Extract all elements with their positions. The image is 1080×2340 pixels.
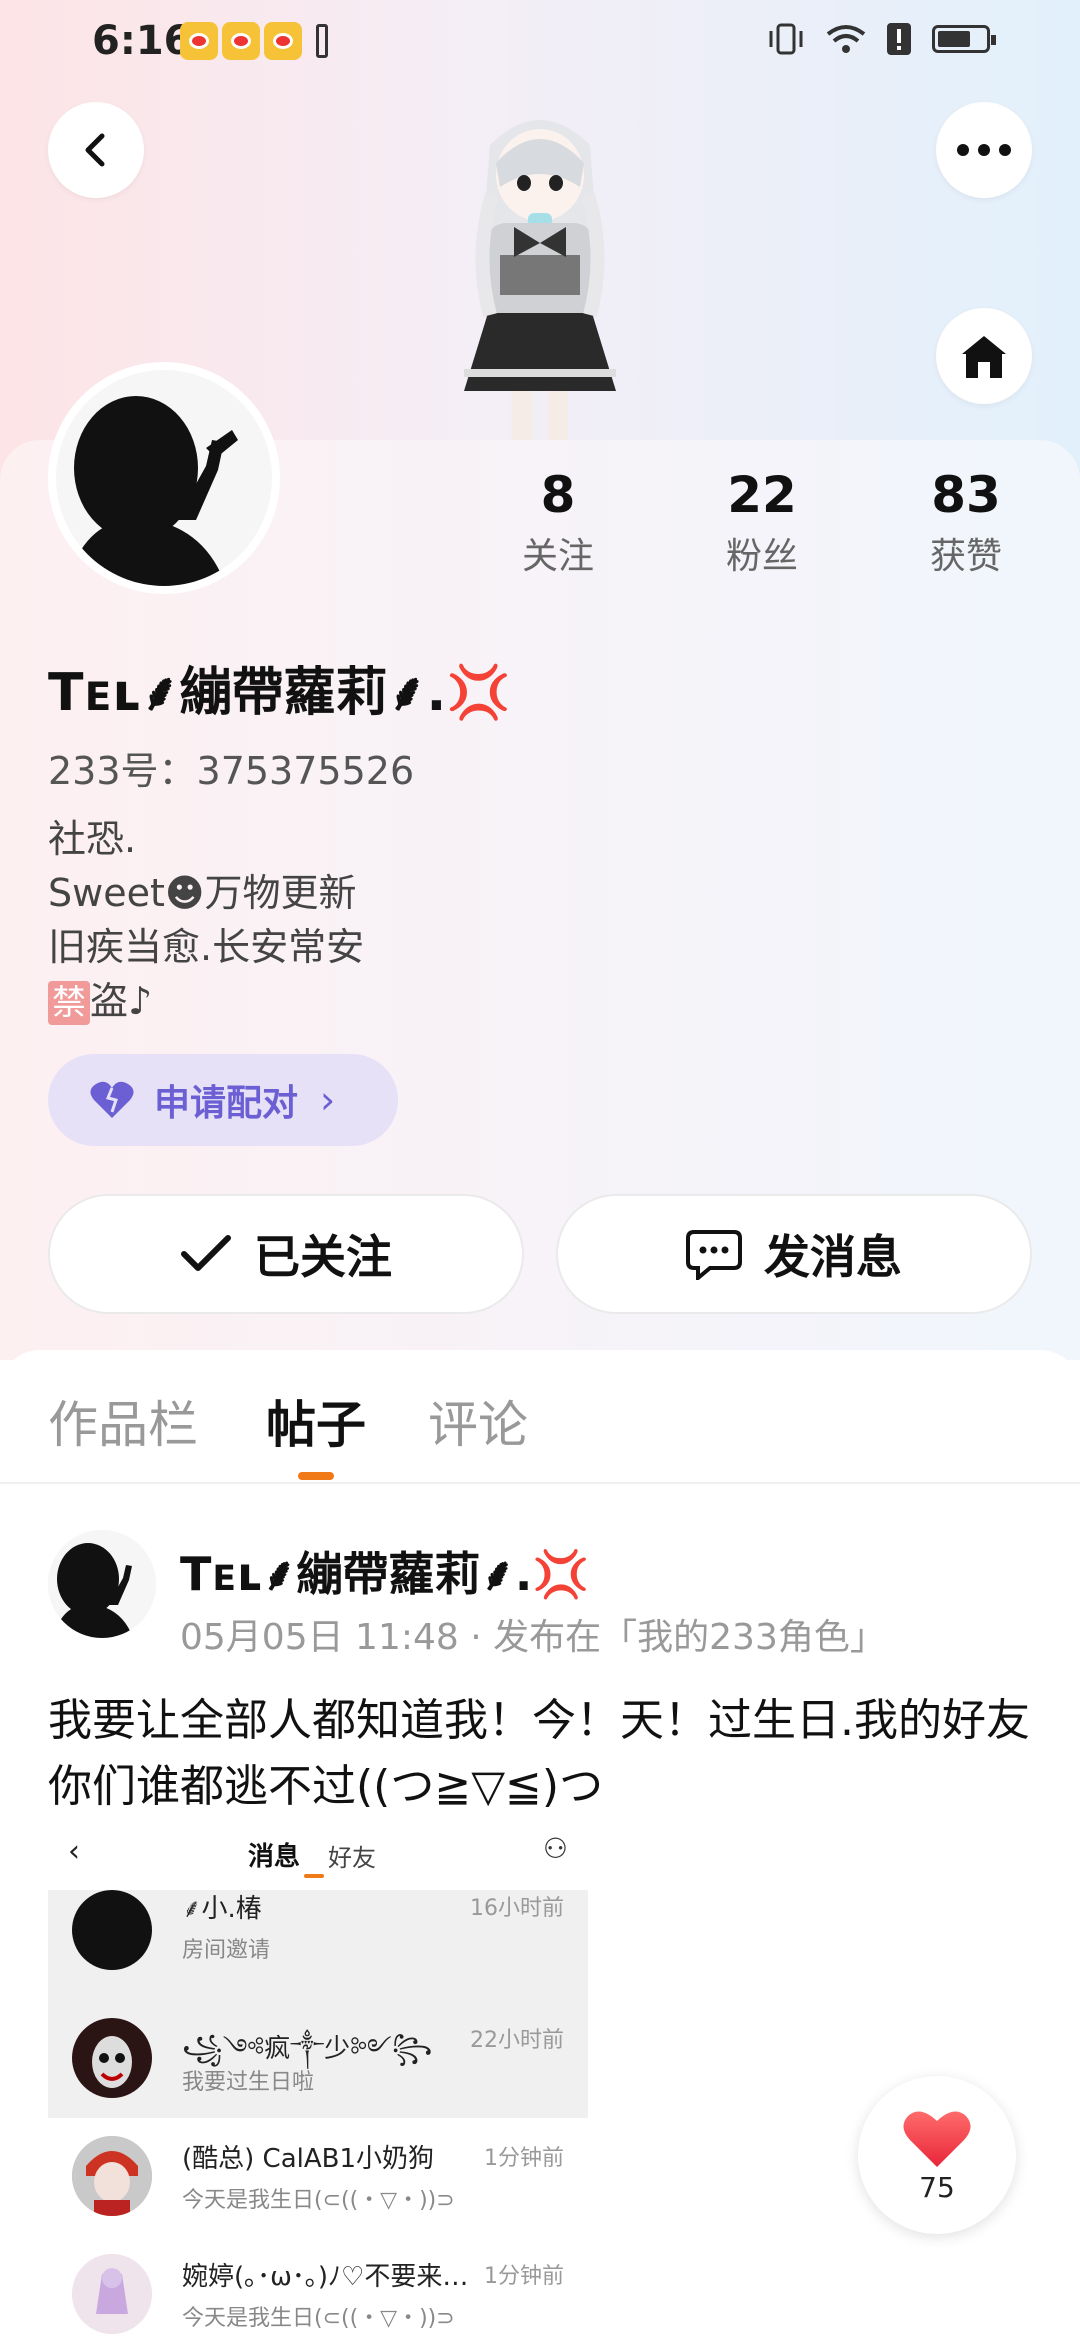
- stat-fans-label: 粉丝: [725, 536, 798, 577]
- post-author-avatar[interactable]: [48, 1530, 156, 1638]
- post-text: 我要让全部人都知道我！今！天！过生日.我的好友你们谁都逃不过((つ≧▽≦)つ: [48, 1695, 1030, 1812]
- check-icon: [181, 1235, 231, 1271]
- tab-posts[interactable]: 帖子: [266, 1385, 366, 1457]
- screenshot-back-icon: ‹: [68, 1834, 80, 1869]
- chat-time: 22小时前: [470, 2028, 564, 2053]
- stat-following-count: 8: [540, 466, 576, 524]
- apply-pair-label: 申请配对: [154, 1083, 299, 1124]
- stat-likes-count: 83: [931, 466, 1001, 524]
- chevron-right-icon: ›: [320, 1078, 336, 1122]
- stat-following-label: 关注: [521, 536, 594, 577]
- silhouette-avatar-image: [56, 370, 272, 586]
- warning-icon: [887, 23, 911, 55]
- screenshot-tab-messages: 消息: [248, 1842, 301, 1872]
- chat-time: 16小时前: [470, 1896, 564, 1921]
- chat-avatar: [72, 1890, 152, 1970]
- followed-button[interactable]: 已关注: [48, 1194, 524, 1314]
- status-time: 6:16: [92, 18, 192, 64]
- send-message-label: 发消息: [764, 1230, 902, 1284]
- back-icon: [85, 133, 105, 167]
- like-count: 75: [919, 2170, 955, 2204]
- screenshot-chat-row: ꧁༺疯༒少༻꧂ 我要过生日啦 22小时前: [48, 2000, 588, 2118]
- bio-line-text: 盗♪: [90, 979, 153, 1023]
- profile-avatar[interactable]: [48, 362, 280, 594]
- stat-likes[interactable]: 83 获赞: [896, 468, 1036, 579]
- more-icon: [957, 144, 1011, 156]
- stat-fans-count: 22: [727, 466, 797, 524]
- avatar-character-figure: [464, 120, 616, 440]
- profile-bio: 社恐. Sweet☻万物更新 旧疾当愈.长安常安 禁盗♪: [48, 812, 364, 1028]
- chat-message: 今天是我生日(⊂((・▽・))⊃: [182, 2188, 455, 2213]
- send-message-button[interactable]: 发消息: [556, 1194, 1032, 1314]
- chat-message: 房间邀请: [182, 1938, 271, 1963]
- weibo-notification-icon: [222, 22, 260, 60]
- tab-comments[interactable]: 评论: [428, 1385, 528, 1457]
- screenshot-chat-row: ⸙小.椿 房间邀请 16小时前: [48, 1890, 588, 2000]
- bio-line: Sweet☻万物更新: [48, 871, 357, 915]
- screenshot-tab-friends: 好友: [328, 1844, 376, 1872]
- chat-name: (酷总) CalAB1小奶狗: [182, 2144, 435, 2174]
- silhouette-avatar-image: [48, 1530, 156, 1638]
- more-button[interactable]: [936, 102, 1032, 198]
- tab-active-indicator: [298, 1472, 334, 1480]
- chat-avatar: [72, 2136, 152, 2216]
- weibo-notification-icon: [264, 22, 302, 60]
- tab-works[interactable]: 作品栏: [48, 1385, 198, 1457]
- stat-following[interactable]: 8 关注: [488, 468, 628, 579]
- like-button[interactable]: 75: [858, 2076, 1016, 2234]
- followed-label: 已关注: [254, 1230, 392, 1284]
- post-image-screenshot[interactable]: ‹ 消息 好友 ⚇ ⸙小.椿 房间邀请 16小时前 ꧁༺疯༒少༻꧂ 我要过生日啦…: [48, 1820, 588, 2340]
- home-icon: [962, 336, 1006, 378]
- back-button[interactable]: [48, 102, 144, 198]
- screenshot-chat-row: 婉婷(｡･ω･｡)ﾉ♡不要来… 今天是我生日(⊂((・▽・))⊃ 1分钟前: [48, 2236, 588, 2340]
- post-meta: 05月05日 11:48 · 发布在「我的233角色」: [180, 1617, 886, 1658]
- chat-bubble-icon: [686, 1230, 742, 1280]
- chat-avatar: [72, 2018, 152, 2098]
- chat-message: 我要过生日啦: [182, 2070, 315, 2095]
- bio-line: 旧疾当愈.长安常安: [48, 925, 365, 969]
- post-author-name[interactable]: Tᴇʟ⸙繃帶蘿莉⸙.💢: [180, 1538, 590, 1604]
- chat-avatar: [72, 2254, 152, 2334]
- screenshot-chat-row: (酷总) CalAB1小奶狗 今天是我生日(⊂((・▽・))⊃ 1分钟前: [48, 2118, 588, 2236]
- status-bar: 6:16: [0, 0, 1080, 90]
- chat-time: 1分钟前: [484, 2264, 564, 2289]
- forbidden-badge: 禁: [48, 981, 90, 1025]
- stat-likes-label: 获赞: [929, 536, 1002, 577]
- weibo-notification-icon: [180, 22, 218, 60]
- bio-line: 禁盗♪: [48, 974, 364, 1028]
- screenshot-header: ‹ 消息 好友 ⚇: [48, 1820, 588, 1890]
- screenshot-add-friend-icon: ⚇: [542, 1832, 568, 1865]
- wifi-icon: [826, 25, 866, 53]
- profile-username: Tᴇʟ⸙繃帶蘿莉⸙.💢: [48, 663, 512, 723]
- vibrate-icon: [769, 23, 803, 55]
- apply-pair-button[interactable]: 申请配对 ›: [48, 1054, 398, 1146]
- alert-icon: [316, 24, 328, 58]
- heart-pair-icon: [90, 1081, 134, 1118]
- chat-time: 1分钟前: [484, 2146, 564, 2171]
- home-button[interactable]: [936, 308, 1032, 404]
- battery-icon: [932, 25, 996, 53]
- profile-id[interactable]: 233号：375375526: [48, 740, 414, 795]
- chat-name: 婉婷(｡･ω･｡)ﾉ♡不要来…: [182, 2262, 469, 2292]
- chat-message: 今天是我生日(⊂((・▽・))⊃: [182, 2306, 455, 2331]
- tab-divider: [0, 1482, 1080, 1484]
- chat-name: ⸙小.椿: [182, 1894, 262, 1924]
- heart-icon: [903, 2111, 971, 2167]
- screenshot-tab-indicator: [304, 1874, 324, 1878]
- bio-line: 社恐.: [48, 817, 137, 861]
- stat-fans[interactable]: 22 粉丝: [692, 468, 832, 579]
